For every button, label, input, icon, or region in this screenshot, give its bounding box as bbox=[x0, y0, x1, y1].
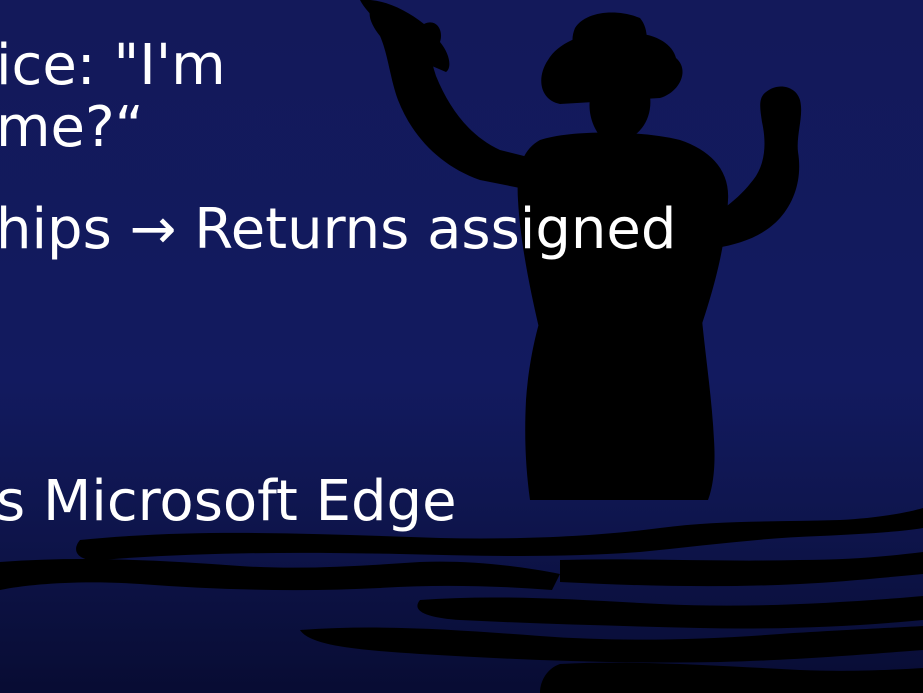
slide-text-line-3: hips → Returns assigned bbox=[0, 197, 677, 262]
slide-text-line-1: ice: "I'm bbox=[0, 33, 226, 98]
slide-text-line-4: s Microsoft Edge bbox=[0, 469, 457, 534]
slide-text-line-2: me?“ bbox=[0, 95, 144, 160]
